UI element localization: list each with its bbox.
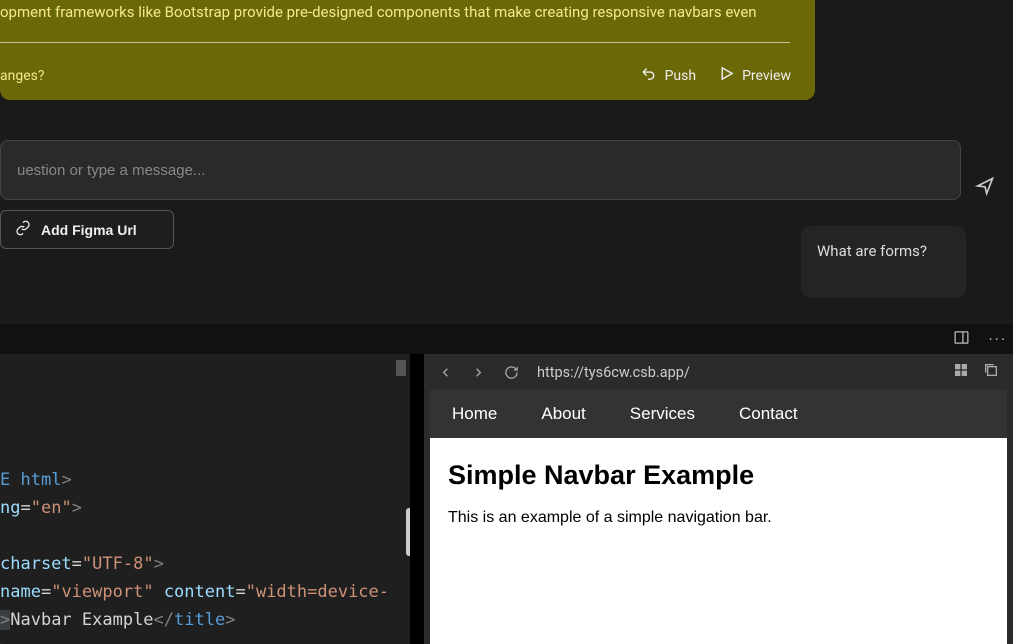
preview-pane: https://tys6cw.csb.app/ Home About Servi…: [424, 354, 1013, 644]
figma-button-label: Add Figma Url: [41, 222, 137, 238]
page-heading: Simple Navbar Example: [448, 460, 989, 491]
codesandbox-icon[interactable]: [953, 362, 969, 382]
pane-toolbar: ···: [0, 324, 1013, 354]
nav-link-services[interactable]: Services: [630, 404, 695, 424]
suggestion-text: What are forms?: [817, 242, 927, 260]
add-figma-url-button[interactable]: Add Figma Url: [0, 210, 174, 249]
banner-divider: [0, 42, 790, 43]
back-icon[interactable]: [438, 365, 453, 380]
banner-question-fragment: anges?: [0, 68, 44, 84]
nav-link-contact[interactable]: Contact: [739, 404, 798, 424]
ai-response-banner: opment frameworks like Bootstrap provide…: [0, 0, 815, 100]
forward-icon[interactable]: [471, 365, 486, 380]
preview-label: Preview: [742, 68, 791, 84]
rendered-page: Home About Services Contact Simple Navba…: [430, 390, 1007, 644]
chat-input[interactable]: [0, 140, 961, 200]
banner-text: opment frameworks like Bootstrap provide…: [0, 0, 815, 42]
pane-divider[interactable]: [410, 354, 424, 644]
preview-url[interactable]: https://tys6cw.csb.app/: [537, 364, 935, 381]
undo-icon: [641, 65, 658, 86]
example-navbar: Home About Services Contact: [430, 390, 1007, 438]
suggestion-chip[interactable]: What are forms?: [801, 226, 966, 298]
split-layout-icon[interactable]: [953, 329, 970, 350]
reload-icon[interactable]: [504, 365, 519, 380]
more-icon[interactable]: ···: [988, 330, 1007, 349]
push-button[interactable]: Push: [641, 65, 697, 86]
open-window-icon[interactable]: [983, 362, 999, 382]
page-paragraph: This is an example of a simple navigatio…: [448, 509, 989, 527]
link-icon: [15, 220, 31, 239]
minimap[interactable]: [396, 360, 406, 376]
code-editor[interactable]: E html> ng="en"> charset="UTF-8"> name="…: [0, 354, 410, 644]
preview-button[interactable]: Preview: [718, 65, 791, 86]
scrollbar-thumb[interactable]: [406, 508, 410, 556]
nav-link-home[interactable]: Home: [452, 404, 497, 424]
nav-link-about[interactable]: About: [541, 404, 585, 424]
push-label: Push: [665, 68, 697, 84]
preview-url-bar: https://tys6cw.csb.app/: [424, 354, 1013, 390]
play-icon: [718, 65, 735, 86]
send-button[interactable]: [975, 176, 995, 200]
